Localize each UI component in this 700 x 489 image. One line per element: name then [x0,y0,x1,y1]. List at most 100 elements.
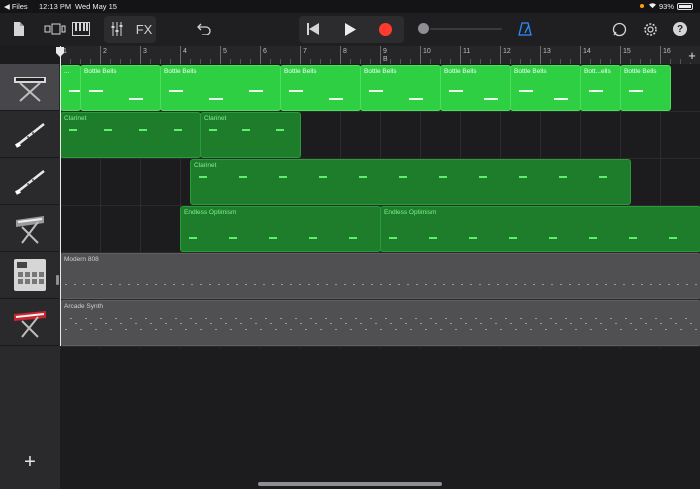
track-lane-synth-keyboard[interactable]: Endless Optimism Endless Optimism [60,205,700,253]
clarinet-icon [14,123,45,148]
track-lane-clarinet-1[interactable]: Clarinet Clarinet [60,111,700,159]
region[interactable]: Endless Optimism [180,206,381,252]
note-dot [100,318,102,319]
note-dot [665,329,667,330]
keyboard-instrument-button[interactable] [71,20,91,38]
sliders-icon [111,22,123,36]
master-volume-knob[interactable] [418,23,429,34]
mixer-button[interactable] [108,20,126,38]
region[interactable]: Clarinet [190,159,631,205]
note-dot [596,284,598,285]
note-dot [135,323,137,324]
note-dot [415,318,417,319]
region[interactable]: Bottle Bells [510,65,581,111]
record-button[interactable] [376,20,394,38]
region[interactable]: Bottle Bells [280,65,361,111]
note-dot [500,329,502,330]
note-dot [74,284,76,285]
note-dot [452,284,454,285]
note-dot [165,323,167,324]
track-resize-handle[interactable] [56,275,59,285]
master-volume-slider[interactable] [430,28,502,30]
region[interactable]: Arcade Synth [60,300,700,346]
region[interactable]: Endless Optimism [380,206,700,252]
note-dot [245,329,247,330]
fx-button[interactable]: FX [133,20,155,38]
region[interactable]: Clarinet [200,112,301,158]
timeline-ruler[interactable]: 1 2 3 4 5 6 7 8 9 10 11 12 13 14 15 16 B [60,46,700,65]
region[interactable]: Bottle Bells [620,65,671,111]
note-dot [479,284,481,285]
midi-note [669,237,677,239]
note-dot [210,323,212,324]
track-header-arcade-synth[interactable] [0,299,59,346]
region[interactable]: Bottle Bells [440,65,511,111]
note-dot [542,284,544,285]
track-lane-arcade-synth-keyboard[interactable]: Arcade Synth [60,299,700,347]
add-track-button[interactable]: + [20,452,40,472]
note-dot [540,323,542,324]
note-dot [355,318,357,319]
note-dot [200,284,202,285]
track-lane-bells-keyboard[interactable]: ... Bottle Bells Bottle Bells Bottle Bells B… [60,64,700,112]
note-dot [110,329,112,330]
region-label: Clarinet [204,115,227,122]
region[interactable]: Modern 808 [60,253,700,299]
note-dot [353,284,355,285]
note-dot [119,284,121,285]
track-lane-drum-machine[interactable]: Modern 808 [60,252,700,300]
help-button[interactable]: ? [671,20,689,38]
region[interactable]: ... [60,65,81,111]
settings-button[interactable] [641,20,659,38]
note-dot [443,284,445,285]
bar-tick [340,46,341,64]
back-to-files-link[interactable]: ◀ Files [4,2,28,11]
region[interactable]: Bottle Bells [160,65,281,111]
note-dot [362,284,364,285]
my-songs-button[interactable] [11,21,25,37]
note-dot [570,323,572,324]
undo-button[interactable] [195,20,213,38]
region[interactable]: Clarinet [60,112,201,158]
track-lane-clarinet-2[interactable]: Clarinet [60,158,700,206]
region[interactable]: Bottle Bells [80,65,161,111]
midi-note [104,129,112,131]
track-header-synth[interactable] [0,205,59,252]
track-header-clarinet[interactable] [0,111,59,158]
track-header-drum-machine[interactable] [0,252,59,299]
loop-browser-button[interactable] [610,20,628,38]
region[interactable]: Bott...ells [580,65,621,111]
rewind-button[interactable] [304,20,322,38]
midi-note [169,90,183,92]
metronome-button[interactable] [516,20,534,38]
note-dot [560,329,562,330]
note-dot [510,323,512,324]
note-dot [420,323,422,324]
tracks-view-button[interactable] [43,20,67,38]
track-header-bells[interactable] [0,64,59,111]
note-dot [630,323,632,324]
track-header-clarinet-2[interactable] [0,158,59,205]
note-dot [533,284,535,285]
note-dot [590,329,592,330]
play-button[interactable] [341,20,359,38]
note-dot [488,284,490,285]
midi-note [589,90,603,92]
midi-note [389,237,397,239]
midi-note [89,90,103,92]
region[interactable]: Bottle Bells [360,65,441,111]
bar-number: 11 [463,48,471,55]
note-dot [480,323,482,324]
region-label: Bottle Bells [164,68,197,75]
note-dot [220,318,222,319]
note-dot [690,323,692,324]
note-dot [600,323,602,324]
note-dot [164,284,166,285]
add-section-button[interactable]: + [686,47,698,63]
note-dot [70,318,72,319]
bar-tick [580,46,581,64]
note-dot [325,318,327,319]
playhead[interactable] [60,46,61,346]
note-dot [545,329,547,330]
note-dot [430,318,432,319]
